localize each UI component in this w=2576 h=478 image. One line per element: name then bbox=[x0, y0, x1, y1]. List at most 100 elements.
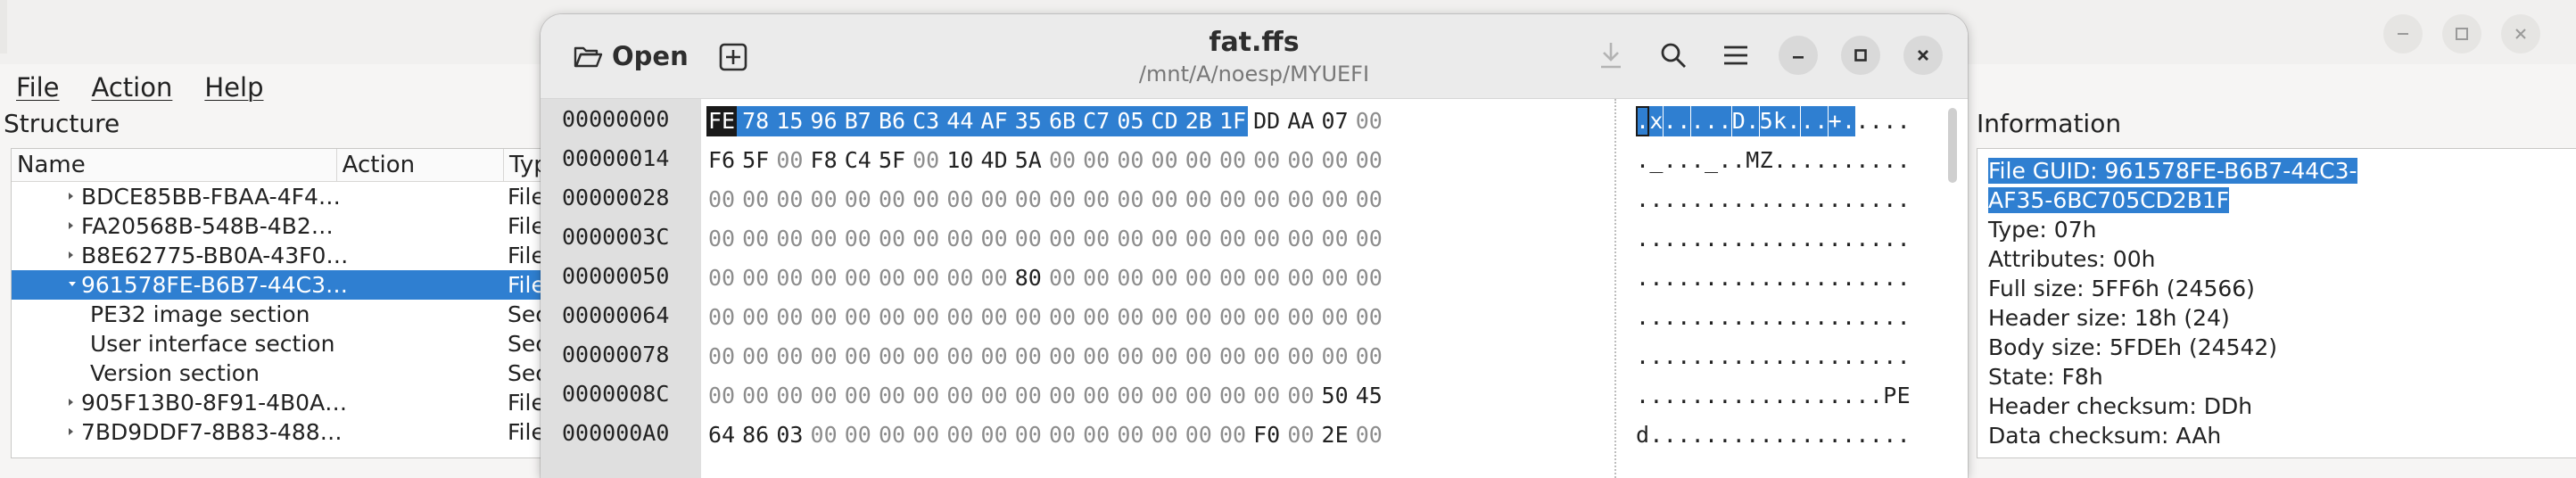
hex-byte[interactable]: 00 bbox=[809, 381, 839, 411]
ascii-char[interactable]: . bbox=[1787, 106, 1800, 136]
hex-byte[interactable]: 00 bbox=[1013, 381, 1044, 411]
ascii-char[interactable]: . bbox=[1814, 263, 1828, 293]
open-button[interactable]: Open bbox=[564, 34, 698, 78]
ascii-char[interactable]: . bbox=[1636, 106, 1649, 136]
hex-byte[interactable]: 00 bbox=[774, 302, 805, 333]
ascii-char[interactable]: . bbox=[1691, 381, 1705, 411]
hex-byte[interactable]: 00 bbox=[1251, 302, 1282, 333]
hex-byte[interactable]: 00 bbox=[1320, 302, 1350, 333]
ascii-char[interactable]: . bbox=[1842, 263, 1855, 293]
hex-byte[interactable]: 00 bbox=[1013, 420, 1044, 450]
hex-byte[interactable]: 00 bbox=[1047, 224, 1077, 254]
ascii-char[interactable]: . bbox=[1829, 381, 1842, 411]
hex-byte[interactable]: 00 bbox=[877, 381, 907, 411]
collapsed-arrow-icon[interactable] bbox=[69, 222, 73, 229]
ascii-char[interactable]: . bbox=[1718, 106, 1731, 136]
ascii-char[interactable]: . bbox=[1829, 263, 1842, 293]
hex-byte[interactable]: 00 bbox=[1285, 381, 1316, 411]
ascii-char[interactable]: . bbox=[1705, 106, 1718, 136]
background-maximize-button[interactable] bbox=[2442, 14, 2481, 54]
ascii-char[interactable]: . bbox=[1636, 145, 1649, 176]
ascii-char[interactable]: . bbox=[1649, 302, 1663, 333]
main-menu-button[interactable] bbox=[1716, 36, 1755, 75]
hex-byte[interactable]: 35 bbox=[1012, 106, 1044, 136]
hex-byte[interactable]: 00 bbox=[1354, 185, 1384, 215]
hex-byte[interactable]: 00 bbox=[774, 381, 805, 411]
ascii-char[interactable]: . bbox=[1801, 224, 1814, 254]
ascii-char[interactable]: . bbox=[1829, 420, 1842, 450]
ascii-char[interactable]: . bbox=[1649, 185, 1663, 215]
ascii-char[interactable]: . bbox=[1677, 224, 1690, 254]
ascii-char[interactable]: . bbox=[1746, 381, 1759, 411]
ascii-char[interactable]: . bbox=[1746, 106, 1759, 136]
ascii-char[interactable]: . bbox=[1705, 420, 1718, 450]
hex-byte[interactable]: 00 bbox=[706, 381, 737, 411]
ascii-char[interactable]: . bbox=[1814, 420, 1828, 450]
hex-byte[interactable]: 00 bbox=[1047, 342, 1077, 372]
hex-byte[interactable]: 00 bbox=[809, 302, 839, 333]
hex-byte[interactable]: 00 bbox=[1251, 342, 1282, 372]
ascii-char[interactable]: . bbox=[1718, 185, 1731, 215]
ascii-char[interactable]: . bbox=[1760, 185, 1773, 215]
hex-byte[interactable]: 5F bbox=[877, 145, 907, 176]
hex-byte[interactable]: 00 bbox=[1115, 224, 1145, 254]
tree-row[interactable]: Version section Sec bbox=[12, 358, 547, 388]
ascii-char[interactable]: . bbox=[1773, 381, 1787, 411]
ascii-char[interactable]: . bbox=[1855, 145, 1869, 176]
hex-byte[interactable]: 00 bbox=[1184, 263, 1214, 293]
hex-byte[interactable]: 00 bbox=[945, 381, 975, 411]
hex-byte[interactable]: 00 bbox=[1251, 381, 1282, 411]
ascii-char[interactable]: . bbox=[1897, 302, 1911, 333]
ascii-char[interactable]: . bbox=[1664, 420, 1677, 450]
ascii-char[interactable]: . bbox=[1773, 224, 1787, 254]
ascii-char[interactable]: . bbox=[1842, 185, 1855, 215]
ascii-char[interactable]: . bbox=[1842, 145, 1855, 176]
ascii-char[interactable]: . bbox=[1677, 420, 1690, 450]
ascii-char[interactable]: . bbox=[1801, 263, 1814, 293]
hex-byte[interactable]: B7 bbox=[842, 106, 873, 136]
ascii-char[interactable]: . bbox=[1855, 185, 1869, 215]
hex-byte[interactable]: 00 bbox=[1320, 263, 1350, 293]
ascii-char[interactable]: . bbox=[1718, 342, 1731, 372]
hex-byte[interactable]: 00 bbox=[1320, 224, 1350, 254]
ascii-char[interactable]: . bbox=[1664, 302, 1677, 333]
hex-byte[interactable]: 00 bbox=[1251, 224, 1282, 254]
ascii-char[interactable]: . bbox=[1787, 302, 1800, 333]
tree-row[interactable]: B8E62775-BB0A-43F0… File bbox=[12, 241, 547, 270]
ascii-char[interactable]: . bbox=[1829, 342, 1842, 372]
hex-byte[interactable]: 00 bbox=[740, 381, 771, 411]
hex-byte[interactable]: 00 bbox=[1354, 302, 1384, 333]
tree-row[interactable]: BDCE85BB-FBAA-4F4… File bbox=[12, 182, 547, 211]
hex-byte[interactable]: 00 bbox=[1184, 381, 1214, 411]
ascii-char[interactable]: . bbox=[1829, 224, 1842, 254]
hex-byte[interactable]: 00 bbox=[774, 224, 805, 254]
ascii-char[interactable]: . bbox=[1883, 302, 1896, 333]
menu-help[interactable]: Help bbox=[188, 68, 279, 107]
tree-col-action[interactable]: Action bbox=[337, 149, 504, 181]
hex-byte[interactable]: 00 bbox=[979, 302, 1010, 333]
collapsed-arrow-icon[interactable] bbox=[69, 399, 73, 406]
ascii-char[interactable]: + bbox=[1828, 106, 1842, 136]
hex-byte[interactable]: 00 bbox=[1184, 185, 1214, 215]
ascii-char[interactable]: . bbox=[1787, 145, 1800, 176]
ascii-column[interactable]: . x..... D. 5 k... +...... _... _.. M Z..........… bbox=[1636, 99, 1939, 478]
ascii-char[interactable]: . bbox=[1677, 185, 1690, 215]
tree-row[interactable]: 905F13B0-8F91-4B0A… File bbox=[12, 388, 547, 417]
ascii-char[interactable]: . bbox=[1814, 145, 1828, 176]
hex-byte[interactable]: 00 bbox=[911, 342, 941, 372]
hex-byte[interactable]: 44 bbox=[945, 106, 976, 136]
ascii-char[interactable]: . bbox=[1855, 302, 1869, 333]
ascii-char[interactable]: . bbox=[1746, 263, 1759, 293]
hex-byte[interactable]: 00 bbox=[809, 342, 839, 372]
hex-byte[interactable]: 00 bbox=[1150, 145, 1180, 176]
hex-byte[interactable]: 00 bbox=[706, 302, 737, 333]
hex-byte[interactable]: 00 bbox=[1251, 263, 1282, 293]
ascii-char[interactable]: . bbox=[1718, 302, 1731, 333]
ascii-char[interactable]: . bbox=[1842, 106, 1855, 136]
hex-byte[interactable]: 07 bbox=[1320, 106, 1350, 136]
ascii-char[interactable]: D bbox=[1731, 106, 1746, 136]
hex-byte[interactable]: 00 bbox=[1013, 302, 1044, 333]
hex-byte[interactable]: 00 bbox=[945, 185, 975, 215]
hex-byte[interactable]: 00 bbox=[1354, 342, 1384, 372]
hex-byte[interactable]: 00 bbox=[911, 185, 941, 215]
